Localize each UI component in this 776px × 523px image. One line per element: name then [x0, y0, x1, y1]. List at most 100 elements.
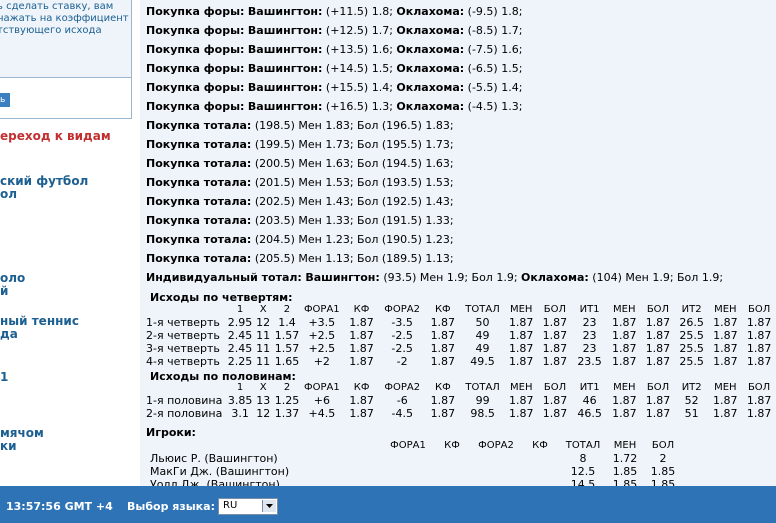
- odds-value[interactable]: (205.5) Мен 1.13; Бол (189.5) 1.13;: [255, 252, 454, 265]
- odds-cell[interactable]: 23: [572, 329, 608, 342]
- transfer-to-sports-link[interactable]: ереход к видам: [0, 129, 111, 143]
- chevron-down-icon[interactable]: [262, 500, 276, 512]
- odds-cell[interactable]: 1.85: [608, 465, 642, 478]
- odds-cell[interactable]: 23: [572, 316, 608, 329]
- odds-cell[interactable]: [470, 465, 522, 478]
- odds-cell[interactable]: 1.87: [607, 316, 641, 329]
- odds-cell[interactable]: 1.87: [607, 355, 641, 368]
- odds-cell[interactable]: 1.87: [344, 407, 380, 420]
- odds-cell[interactable]: 1.87: [641, 394, 675, 407]
- odds-value[interactable]: (104) Мен 1.9; Бол 1.9;: [592, 271, 723, 284]
- bet-input-box[interactable]: [0, 77, 132, 119]
- odds-cell[interactable]: [382, 452, 434, 465]
- odds-cell[interactable]: 49.5: [461, 355, 505, 368]
- odds-value[interactable]: (-7.5) 1.6;: [468, 43, 523, 56]
- odds-cell[interactable]: 1.87: [344, 316, 380, 329]
- odds-cell[interactable]: 1.87: [641, 316, 675, 329]
- odds-cell[interactable]: 1.87: [344, 329, 380, 342]
- odds-cell[interactable]: 1.87: [742, 316, 776, 329]
- odds-cell[interactable]: 25.5: [675, 329, 709, 342]
- odds-cell[interactable]: +2.5: [300, 329, 344, 342]
- odds-cell[interactable]: 3.1: [228, 407, 253, 420]
- odds-cell[interactable]: 1.87: [504, 329, 538, 342]
- odds-cell[interactable]: 99: [461, 394, 505, 407]
- odds-cell[interactable]: 2: [642, 452, 684, 465]
- odds-value[interactable]: (+13.5) 1.6;: [326, 43, 393, 56]
- odds-cell[interactable]: 1.87: [641, 342, 675, 355]
- odds-cell[interactable]: 1.37: [274, 407, 300, 420]
- odds-cell[interactable]: 46: [572, 394, 608, 407]
- odds-cell[interactable]: 13: [252, 394, 274, 407]
- odds-value[interactable]: (+12.5) 1.7;: [326, 24, 393, 37]
- odds-cell[interactable]: 23.5: [572, 355, 608, 368]
- odds-cell[interactable]: 1.87: [425, 355, 461, 368]
- odds-cell[interactable]: -6: [379, 394, 425, 407]
- odds-value[interactable]: (-6.5) 1.5;: [468, 62, 523, 75]
- odds-cell[interactable]: 1.87: [425, 316, 461, 329]
- odds-cell[interactable]: 1.87: [538, 407, 572, 420]
- odds-cell[interactable]: 2.45: [228, 329, 253, 342]
- odds-cell[interactable]: 3.85: [228, 394, 253, 407]
- odds-cell[interactable]: 1.87: [709, 329, 743, 342]
- odds-cell[interactable]: [522, 452, 558, 465]
- odds-value[interactable]: (204.5) Мен 1.23; Бол (190.5) 1.23;: [255, 233, 454, 246]
- odds-cell[interactable]: 1.87: [425, 394, 461, 407]
- odds-cell[interactable]: -2.5: [379, 329, 425, 342]
- odds-cell[interactable]: [434, 465, 470, 478]
- odds-cell[interactable]: 1.87: [709, 342, 743, 355]
- odds-cell[interactable]: 1.85: [642, 465, 684, 478]
- odds-value[interactable]: (+11.5) 1.8;: [326, 5, 393, 18]
- odds-cell[interactable]: [382, 465, 434, 478]
- odds-value[interactable]: (+15.5) 1.4;: [326, 81, 393, 94]
- odds-cell[interactable]: 1.87: [742, 394, 776, 407]
- odds-cell[interactable]: [522, 478, 558, 486]
- odds-cell[interactable]: 1.25: [274, 394, 300, 407]
- odds-cell[interactable]: 1.87: [742, 355, 776, 368]
- odds-cell[interactable]: 1.4: [274, 316, 300, 329]
- odds-value[interactable]: (-4.5) 1.3;: [468, 100, 523, 113]
- odds-cell[interactable]: 1.87: [607, 329, 641, 342]
- odds-cell[interactable]: 1.87: [641, 407, 675, 420]
- sport-link-football[interactable]: ский футбол ол: [0, 175, 88, 201]
- odds-cell[interactable]: 11: [252, 329, 274, 342]
- sport-link-f1[interactable]: 1: [0, 371, 8, 384]
- sport-link-polo[interactable]: оло й: [0, 272, 25, 298]
- odds-cell[interactable]: -2: [379, 355, 425, 368]
- odds-cell[interactable]: [434, 452, 470, 465]
- odds-cell[interactable]: [470, 452, 522, 465]
- odds-cell[interactable]: 49: [461, 329, 505, 342]
- odds-cell[interactable]: 1.87: [344, 355, 380, 368]
- odds-value[interactable]: (198.5) Мен 1.83; Бол (196.5) 1.83;: [255, 119, 454, 132]
- sport-link-ball-games[interactable]: мячом ки: [0, 427, 44, 453]
- odds-cell[interactable]: 2.25: [228, 355, 253, 368]
- odds-cell[interactable]: 98.5: [461, 407, 505, 420]
- odds-value[interactable]: (199.5) Мен 1.73; Бол (195.5) 1.73;: [255, 138, 454, 151]
- odds-cell[interactable]: 1.87: [607, 342, 641, 355]
- odds-cell[interactable]: 1.87: [504, 355, 538, 368]
- odds-cell[interactable]: 1.87: [538, 316, 572, 329]
- odds-cell[interactable]: 1.87: [607, 407, 641, 420]
- odds-cell[interactable]: 1.87: [742, 342, 776, 355]
- odds-cell[interactable]: 1.87: [504, 316, 538, 329]
- odds-value[interactable]: (202.5) Мен 1.43; Бол (192.5) 1.43;: [255, 195, 454, 208]
- odds-cell[interactable]: 25.5: [675, 355, 709, 368]
- odds-cell[interactable]: 1.87: [425, 329, 461, 342]
- odds-cell[interactable]: 1.87: [344, 394, 380, 407]
- odds-cell[interactable]: 1.87: [641, 355, 675, 368]
- odds-cell[interactable]: 1.87: [538, 342, 572, 355]
- odds-cell[interactable]: 1.72: [608, 452, 642, 465]
- odds-cell[interactable]: +2.5: [300, 342, 344, 355]
- odds-cell[interactable]: 1.85: [608, 478, 642, 486]
- odds-cell[interactable]: 1.57: [274, 329, 300, 342]
- odds-cell[interactable]: 1.87: [708, 394, 742, 407]
- odds-cell[interactable]: 49: [461, 342, 505, 355]
- odds-cell[interactable]: +3.5: [300, 316, 344, 329]
- sport-link-table-tennis[interactable]: ный теннис да: [0, 315, 79, 341]
- odds-cell[interactable]: 1.57: [274, 342, 300, 355]
- odds-cell[interactable]: 1.87: [504, 342, 538, 355]
- odds-cell[interactable]: 11: [252, 342, 274, 355]
- odds-cell[interactable]: 2.45: [228, 342, 253, 355]
- odds-cell[interactable]: -3.5: [379, 316, 425, 329]
- odds-cell[interactable]: 1.87: [504, 407, 538, 420]
- odds-cell[interactable]: 12: [252, 407, 274, 420]
